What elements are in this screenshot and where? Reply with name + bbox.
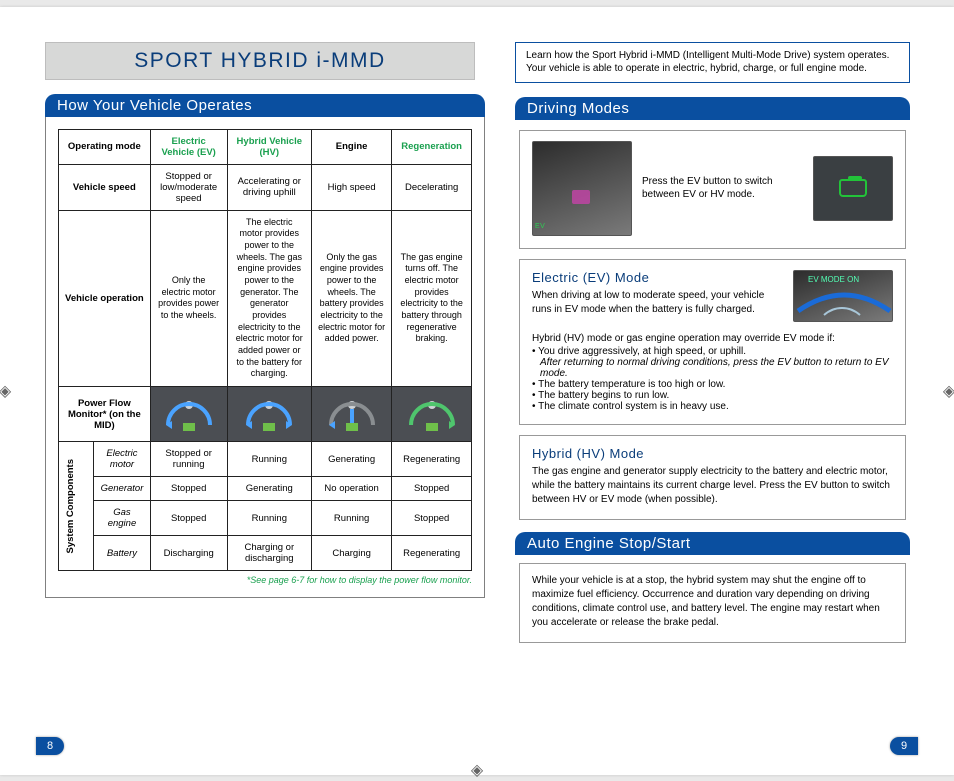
ev-override-list: You drive aggressively, at high speed, o… xyxy=(532,346,893,412)
ev-override-intro: Hybrid (HV) mode or gas engine operation… xyxy=(532,332,893,346)
section-auto-engine: Auto Engine Stop/Start xyxy=(515,532,910,555)
ev-bullet-3: The climate control system is in heavy u… xyxy=(532,401,893,412)
auto-engine-body: While your vehicle is at a stop, the hyb… xyxy=(532,574,893,630)
th-ev: Electric Vehicle (EV) xyxy=(150,129,227,164)
intro-box: Learn how the Sport Hybrid i-MMD (Intell… xyxy=(515,42,910,83)
ev-bullet-2: The battery begins to run low. xyxy=(532,390,893,401)
speed-eng: High speed xyxy=(311,164,391,210)
gas-regen: Stopped xyxy=(392,501,472,536)
bat-regen: Regenerating xyxy=(392,536,472,571)
auto-engine-box: While your vehicle is at a stop, the hyb… xyxy=(519,563,906,643)
right-page: Learn how the Sport Hybrid i-MMD (Intell… xyxy=(515,42,910,740)
page-title: SPORT HYBRID i-MMD xyxy=(45,42,475,80)
em-ev: Stopped or running xyxy=(150,442,227,477)
ev-bullet-1: The battery temperature is too high or l… xyxy=(532,379,893,390)
gen-regen: Stopped xyxy=(392,477,472,501)
page-number-left: 8 xyxy=(36,737,64,755)
operates-panel: Operating mode Electric Vehicle (EV) Hyb… xyxy=(45,117,485,599)
speed-hv: Accelerating or driving uphill xyxy=(227,164,311,210)
bat-ev: Discharging xyxy=(150,536,227,571)
op-eng: Only the gas engine provides power to th… xyxy=(311,210,391,387)
hv-mode-title: Hybrid (HV) Mode xyxy=(532,446,893,461)
th-hv: Hybrid Vehicle (HV) xyxy=(227,129,311,164)
gas-eng: Running xyxy=(311,501,391,536)
pf-ev xyxy=(150,387,227,442)
registration-mark-left-icon xyxy=(0,382,14,400)
row-gas: Gas engine xyxy=(94,501,150,536)
gen-hv: Generating xyxy=(227,477,311,501)
registration-mark-bottom-icon xyxy=(468,761,486,779)
row-battery: Battery xyxy=(94,536,150,571)
section-how-operates: How Your Vehicle Operates xyxy=(45,94,485,117)
row-op-label: Vehicle operation xyxy=(59,210,151,387)
bat-eng: Charging xyxy=(311,536,391,571)
driving-modes-panel: EV Press the EV button to switch between… xyxy=(515,120,910,520)
th-regen: Regeneration xyxy=(392,129,472,164)
gen-ev: Stopped xyxy=(150,477,227,501)
gas-hv: Running xyxy=(227,501,311,536)
section-driving-modes: Driving Modes xyxy=(515,97,910,120)
registration-mark-right-icon xyxy=(940,382,954,400)
row-elecmotor: Electric motor xyxy=(94,442,150,477)
ev-indicator-photo: EV MODE ON xyxy=(793,270,893,322)
row-speed-label: Vehicle speed xyxy=(59,164,151,210)
ev-italic-note: After returning to normal driving condit… xyxy=(540,357,893,379)
shifter-photo: EV xyxy=(532,141,632,236)
operating-modes-table: Operating mode Electric Vehicle (EV) Hyb… xyxy=(58,129,472,572)
ev-button-box: EV Press the EV button to switch between… xyxy=(519,130,906,249)
speed-regen: Decelerating xyxy=(392,164,472,210)
op-regen: The gas engine turns off. The electric m… xyxy=(392,210,472,387)
ev-dash-icon-photo xyxy=(813,156,893,221)
em-hv: Running xyxy=(227,442,311,477)
auto-engine-panel: While your vehicle is at a stop, the hyb… xyxy=(515,555,910,643)
system-components-label: System Components xyxy=(59,442,94,571)
bat-hv: Charging or discharging xyxy=(227,536,311,571)
op-hv: The electric motor provides power to the… xyxy=(227,210,311,387)
hv-mode-box: Hybrid (HV) Mode The gas engine and gene… xyxy=(519,435,906,520)
ev-mode-title: Electric (EV) Mode xyxy=(532,270,783,285)
row-generator: Generator xyxy=(94,477,150,501)
gen-eng: No operation xyxy=(311,477,391,501)
ev-mode-body: When driving at low to moderate speed, y… xyxy=(532,289,783,317)
ev-bullet-0: You drive aggressively, at high speed, o… xyxy=(532,346,893,379)
pf-regen xyxy=(392,387,472,442)
gas-ev: Stopped xyxy=(150,501,227,536)
page-number-right: 9 xyxy=(890,737,918,755)
hv-mode-body: The gas engine and generator supply elec… xyxy=(532,465,893,507)
power-flow-footnote: *See page 6-7 for how to display the pow… xyxy=(58,575,472,585)
row-pf-label: Power Flow Monitor* (on the MID) xyxy=(59,387,151,442)
left-page: SPORT HYBRID i-MMD How Your Vehicle Oper… xyxy=(45,42,485,740)
ev-mode-box: Electric (EV) Mode When driving at low t… xyxy=(519,259,906,425)
pf-hv xyxy=(227,387,311,442)
page-spread: SPORT HYBRID i-MMD How Your Vehicle Oper… xyxy=(0,7,954,775)
pf-eng xyxy=(311,387,391,442)
press-ev-text: Press the EV button to switch between EV… xyxy=(642,175,803,202)
em-regen: Regenerating xyxy=(392,442,472,477)
em-eng: Generating xyxy=(311,442,391,477)
car-ev-icon xyxy=(839,179,867,197)
th-mode: Operating mode xyxy=(59,129,151,164)
speed-ev: Stopped or low/moderate speed xyxy=(150,164,227,210)
op-ev: Only the electric motor provides power t… xyxy=(150,210,227,387)
th-engine: Engine xyxy=(311,129,391,164)
